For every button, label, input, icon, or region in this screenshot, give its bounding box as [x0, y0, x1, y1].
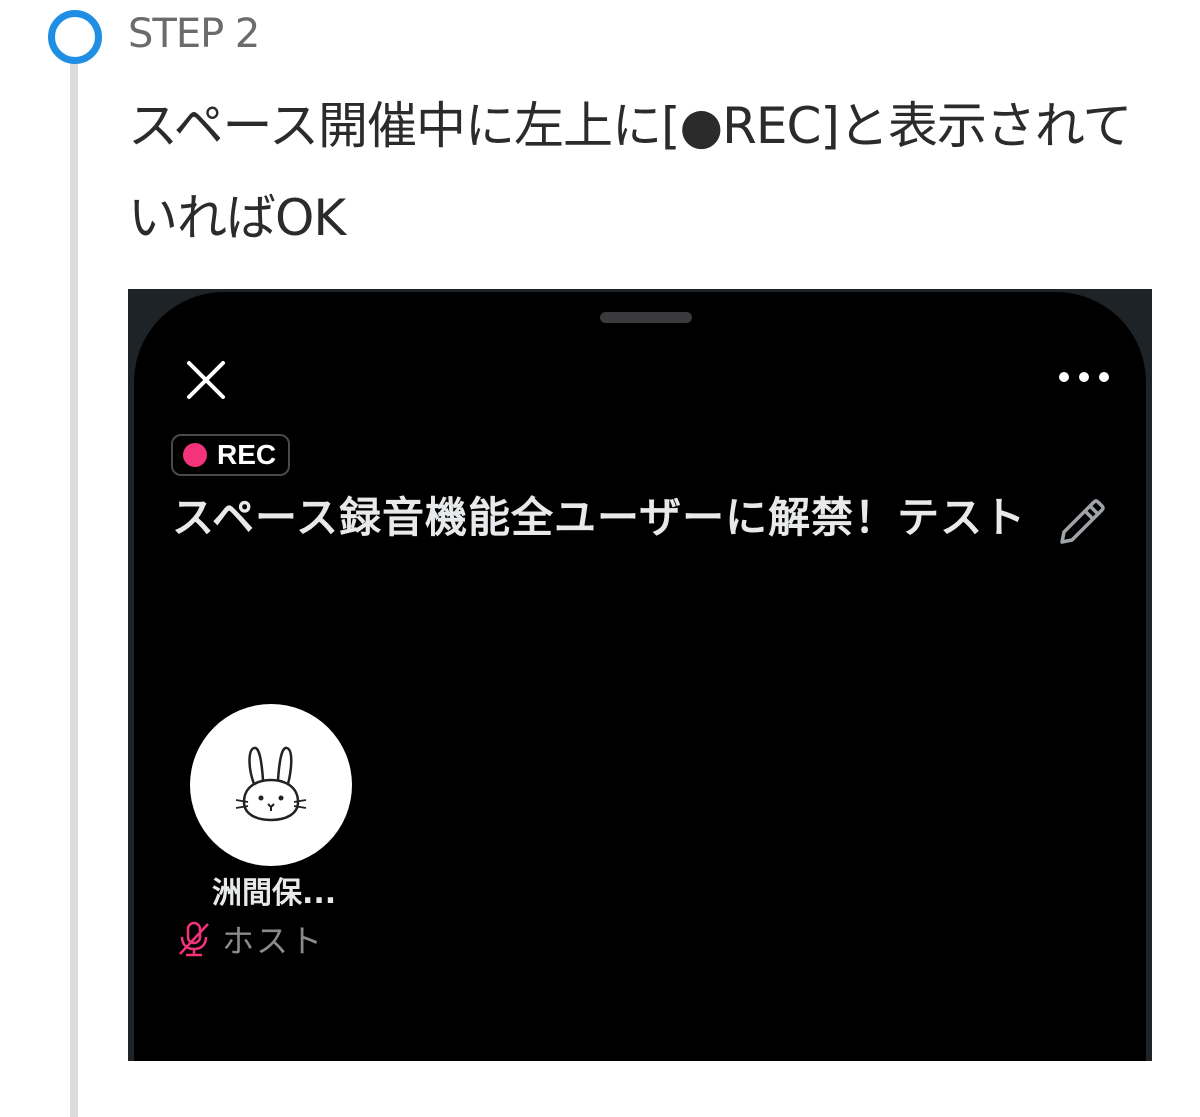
speaker-name: 洲間保... [212, 876, 337, 911]
speaker-role: ホスト [176, 916, 324, 962]
drag-handle[interactable] [600, 312, 692, 323]
close-icon[interactable] [181, 355, 231, 405]
mic-off-icon [176, 920, 212, 958]
rec-label: REC [217, 439, 277, 470]
more-icon[interactable] [1054, 365, 1114, 389]
space-title: スペース録音機能全ユーザーに解禁！テスト [172, 493, 1027, 542]
step-circle-icon [48, 10, 102, 64]
timeline-line [70, 58, 78, 1117]
speaker-role-label: ホスト [222, 922, 325, 960]
step-description: スペース開催中に左上に[●REC]と表示されていればOK [128, 97, 1132, 247]
screenshot-frame: REC スペース録音機能全ユーザーに解禁！テスト 洲間保... ホスト [128, 289, 1152, 1061]
rec-dot-icon [183, 443, 207, 467]
rabbit-avatar-icon [235, 746, 307, 822]
speaker-avatar[interactable] [190, 704, 352, 866]
space-sheet: REC スペース録音機能全ユーザーに解禁！テスト 洲間保... ホスト [134, 292, 1146, 1061]
pencil-icon[interactable] [1052, 492, 1110, 550]
step-label: STEP 2 [128, 11, 260, 57]
rec-badge: REC [171, 434, 291, 476]
